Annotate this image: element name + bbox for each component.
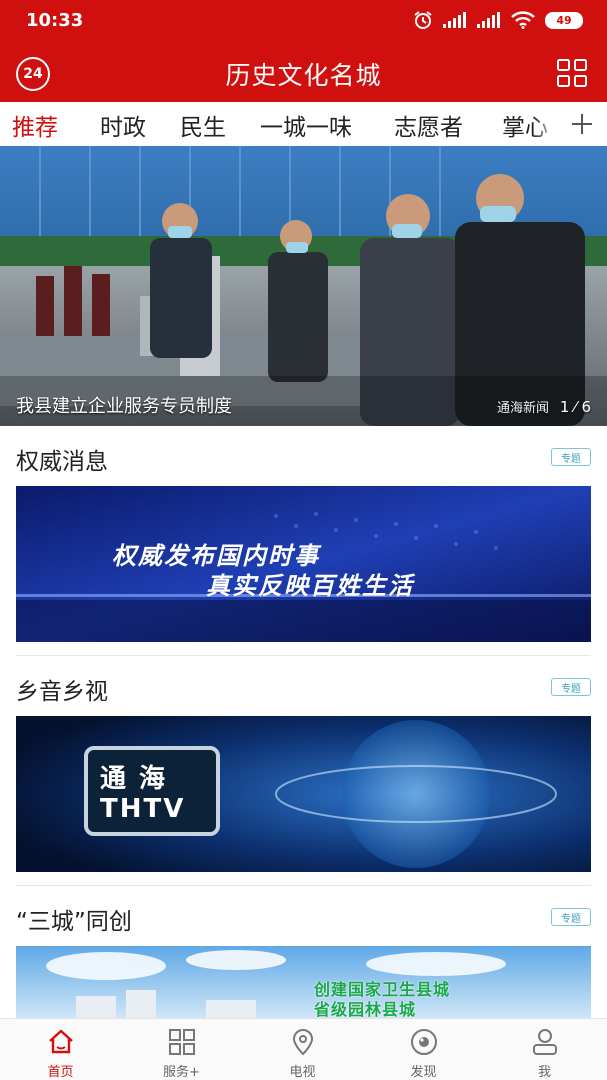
section-image[interactable]: 创建国家卫生县城 省级园林县城 — [16, 946, 591, 1018]
signal-icon-2 — [477, 12, 500, 28]
tab-livelihood[interactable]: 民生 — [180, 108, 226, 142]
tabs-fade — [533, 102, 559, 146]
banner-page-current: 1 — [559, 398, 570, 416]
image-text-line-2: THTV — [100, 794, 186, 824]
section-image[interactable]: 权威发布国内时事 真实反映百姓生活 — [16, 486, 591, 642]
three-cities-image — [16, 946, 591, 1018]
topic-tag[interactable]: 专题 — [551, 678, 591, 696]
image-text-line-2: 省级园林县城 — [314, 1000, 417, 1018]
channel-logo: 通海新闻 — [496, 401, 549, 416]
section-title[interactable]: “三城”同创 — [16, 902, 132, 936]
nav-tv[interactable]: 电视 — [242, 1019, 363, 1080]
grid-icon — [168, 1029, 195, 1055]
headline-banner[interactable]: 我县建立企业服务专员制度 通海新闻 1 ⁄ 6 — [0, 146, 607, 426]
user-icon — [532, 1029, 557, 1055]
banner-photo — [0, 146, 607, 426]
banner-caption: 我县建立企业服务专员制度 — [16, 396, 232, 417]
menu-grid-icon[interactable] — [557, 59, 587, 87]
section-title[interactable]: 权威消息 — [16, 442, 108, 476]
plus-icon — [572, 114, 592, 134]
alarm-icon — [414, 11, 432, 29]
add-tab-button[interactable] — [557, 102, 607, 146]
section-authority-news: 权威消息 专题 权威发布国内时事 真实反映百姓生活 — [0, 426, 607, 656]
status-icons: 49 — [413, 10, 583, 30]
nav-discover[interactable]: 发现 — [363, 1019, 484, 1080]
discover-icon — [410, 1029, 437, 1055]
section-title[interactable]: 乡音乡视 — [16, 672, 108, 706]
bottom-navigation: 首页 服务+ 电视 发现 我 — [0, 1018, 607, 1080]
tab-city-flavor[interactable]: 一城一味 — [260, 108, 352, 142]
banner-pagination: 1 ⁄ 6 — [559, 398, 591, 416]
image-text-line-1: 通 海 — [100, 764, 168, 794]
nav-label: 我 — [537, 1065, 551, 1080]
nav-services[interactable]: 服务+ — [121, 1019, 242, 1080]
battery-icon: 49 — [545, 11, 583, 29]
topic-tag[interactable]: 专题 — [551, 448, 591, 466]
topic-tag[interactable]: 专题 — [551, 908, 591, 926]
image-text-line-2: 真实反映百姓生活 — [206, 572, 414, 600]
section-image[interactable]: 通 海 THTV — [16, 716, 591, 872]
nav-home[interactable]: 首页 — [0, 1019, 121, 1080]
signal-icon — [443, 12, 466, 28]
location-icon — [292, 1029, 313, 1056]
nav-label: 首页 — [47, 1065, 74, 1080]
nav-me[interactable]: 我 — [484, 1019, 605, 1080]
tab-recommend[interactable]: 推荐 — [12, 108, 58, 142]
tab-volunteer[interactable]: 志愿者 — [394, 108, 463, 142]
page-title: 历史文化名城 — [225, 61, 382, 90]
status-bar: 10:33 49 — [0, 0, 607, 44]
nav-label: 发现 — [410, 1065, 437, 1080]
nav-label: 服务+ — [163, 1065, 200, 1080]
category-tabs: 推荐 时政 民生 一城一味 志愿者 掌心 — [0, 102, 607, 146]
banner-page-total: 6 — [581, 398, 591, 416]
home-icon — [48, 1029, 73, 1054]
tab-politics[interactable]: 时政 — [100, 108, 146, 142]
section-three-cities: “三城”同创 专题 创建国家卫生县城 省级园林县城 — [0, 886, 607, 1018]
nav-label: 电视 — [289, 1065, 316, 1080]
wifi-icon — [511, 11, 535, 29]
status-time: 10:33 — [26, 10, 84, 31]
section-hometown-tv: 乡音乡视 专题 通 海 THTV — [0, 656, 607, 886]
app-header: 24 历史文化名城 — [0, 44, 607, 102]
